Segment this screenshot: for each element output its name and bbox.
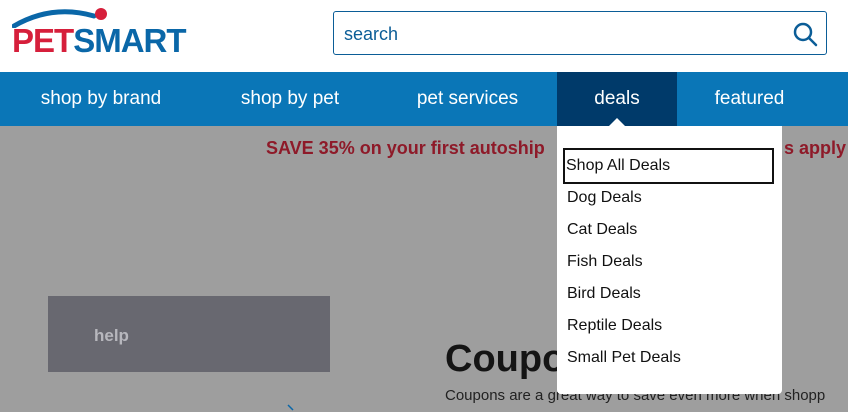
- promo-suffix: s apply: [784, 138, 847, 158]
- main-nav: shop by brand shop by pet pet services d…: [0, 72, 848, 127]
- chevron-right-icon[interactable]: [286, 404, 298, 412]
- menu-item-bird-deals[interactable]: Bird Deals: [567, 278, 763, 310]
- petsmart-logo[interactable]: PETSMART: [12, 6, 212, 58]
- help-box[interactable]: help: [48, 296, 330, 372]
- nav-shop-by-brand[interactable]: shop by brand: [0, 72, 202, 126]
- menu-item-fish-deals[interactable]: Fish Deals: [567, 246, 763, 278]
- logo-smart: SMART: [73, 22, 186, 59]
- nav-featured[interactable]: featured: [677, 72, 822, 126]
- nav-pet-services[interactable]: pet services: [378, 72, 557, 126]
- search-icon[interactable]: [792, 21, 818, 47]
- logo-pet: PET: [12, 22, 74, 59]
- nav-deals-label: deals: [594, 88, 640, 109]
- menu-item-dog-deals[interactable]: Dog Deals: [567, 182, 763, 214]
- search-box: [333, 11, 827, 55]
- site-header: PETSMART: [0, 0, 848, 72]
- logo-wordmark: PETSMART: [12, 22, 187, 59]
- menu-item-shop-all-deals[interactable]: Shop All Deals: [563, 148, 774, 184]
- help-label: help: [94, 326, 129, 345]
- nav-shop-by-pet[interactable]: shop by pet: [202, 72, 378, 126]
- coupons-heading: Coupo: [445, 338, 566, 380]
- menu-item-cat-deals[interactable]: Cat Deals: [567, 214, 763, 246]
- search-input[interactable]: [342, 20, 776, 48]
- deals-dropdown-menu: Shop All Deals Dog Deals Cat Deals Fish …: [557, 126, 782, 394]
- nav-deals[interactable]: deals: [557, 72, 677, 127]
- promo-text: SAVE 35% on your first autoship: [266, 138, 545, 158]
- menu-item-small-pet-deals[interactable]: Small Pet Deals: [567, 342, 763, 374]
- menu-item-reptile-deals[interactable]: Reptile Deals: [567, 310, 763, 342]
